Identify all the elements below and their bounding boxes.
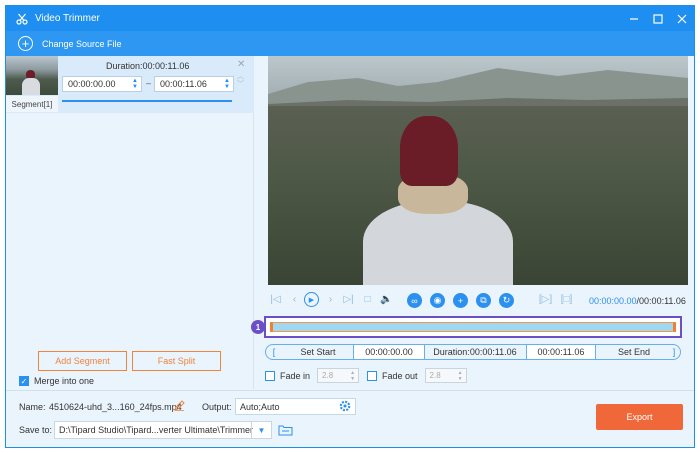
- fade-out-row: Fade out 2.8 ▲ ▼: [367, 368, 467, 383]
- current-time: 00:00:00.00: [589, 296, 637, 306]
- segment-item[interactable]: Segment[1] Duration:00:00:11.06 00:00:00…: [6, 56, 254, 113]
- video-trimmer-window: Video Trimmer + Change Source File Segme…: [5, 5, 695, 448]
- set-range-row: [ Set Start 00:00:00.00 Duration:00:00:1…: [265, 344, 681, 360]
- end-time-input[interactable]: 00:00:11.06: [527, 345, 595, 359]
- fade-in-label: Fade in: [280, 370, 311, 381]
- change-source-button[interactable]: + Change Source File: [6, 31, 694, 56]
- bracket-close-icon: ]: [672, 347, 676, 357]
- save-path-field[interactable]: D:\Tipard Studio\Tipard...verter Ultimat…: [54, 421, 272, 439]
- trim-timeline[interactable]: [264, 316, 682, 338]
- snapshot-icon[interactable]: ◉: [430, 293, 445, 308]
- output-settings-field[interactable]: Auto;Auto: [235, 398, 356, 415]
- fast-split-button[interactable]: Fast Split: [132, 351, 221, 371]
- fade-in-value: 2.8: [322, 371, 334, 380]
- play-segment-icon[interactable]: [▷]: [538, 292, 553, 307]
- prev-frame-icon[interactable]: ‹: [287, 292, 302, 307]
- fade-out-label: Fade out: [382, 370, 418, 381]
- copy-icon[interactable]: ⧉: [476, 293, 491, 308]
- fade-in-row: Fade in 2.8 ▲ ▼: [265, 368, 360, 383]
- video-preview[interactable]: [268, 56, 688, 285]
- loop-icon[interactable]: ∞: [407, 293, 422, 308]
- change-source-label: Change Source File: [42, 38, 122, 49]
- edit-name-icon[interactable]: [174, 400, 185, 413]
- scissors-icon: [15, 12, 29, 26]
- volume-icon[interactable]: 🔈: [379, 292, 394, 307]
- stop-segment-icon[interactable]: [□]: [559, 292, 574, 307]
- segment-duration: Duration:00:00:11.06: [106, 61, 190, 71]
- output-value: Auto;Auto: [240, 401, 280, 412]
- set-start-button[interactable]: Set Start: [278, 345, 358, 359]
- maximize-icon[interactable]: [646, 6, 670, 31]
- step-badge: 1: [251, 320, 265, 334]
- bracket-open-icon: [: [272, 347, 276, 357]
- segment-range-bar: [62, 100, 232, 102]
- fade-out-input[interactable]: 2.8 ▲ ▼: [424, 368, 467, 383]
- chevron-down-icon[interactable]: ▼: [251, 422, 271, 438]
- fade-in-input[interactable]: 2.8 ▲ ▼: [317, 368, 360, 383]
- spinner-icon[interactable]: ▲ ▼: [132, 78, 138, 90]
- start-time-input[interactable]: 00:00:00.00: [354, 345, 424, 359]
- play-icon[interactable]: ▶: [304, 292, 319, 307]
- merge-checkbox[interactable]: ✓: [19, 376, 29, 386]
- range-duration: Duration:00:00:11.06: [433, 347, 517, 357]
- bottom-bar: Name: 4510624-uhd_3...160_24fps.mp4 Outp…: [6, 390, 694, 447]
- segment-panel: Segment[1] Duration:00:00:11.06 00:00:00…: [6, 56, 254, 389]
- next-frame-icon[interactable]: ›: [323, 292, 338, 307]
- add-icon[interactable]: +: [453, 293, 468, 308]
- minimize-icon[interactable]: [622, 6, 646, 31]
- output-label: Output:: [202, 402, 232, 412]
- export-button[interactable]: Export: [596, 404, 683, 430]
- fade-out-checkbox[interactable]: [367, 370, 377, 381]
- delete-segment-icon[interactable]: ✕: [237, 59, 245, 70]
- folder-icon[interactable]: [278, 424, 293, 438]
- stop-icon[interactable]: □: [360, 292, 375, 307]
- merge-checkbox-row[interactable]: ✓ Merge into one: [19, 376, 94, 386]
- segment-label: Segment[1]: [6, 96, 58, 112]
- segment-end-input[interactable]: 00:00:11.06 ▲ ▼: [154, 76, 234, 92]
- segment-end-value: 00:00:11.06: [160, 79, 207, 89]
- fade-out-value: 2.8: [429, 371, 441, 380]
- reorder-arrows-icon[interactable]: ︿ ﹀: [237, 73, 244, 89]
- title-bar: Video Trimmer: [6, 6, 694, 31]
- trim-selection-bar[interactable]: [270, 322, 676, 332]
- merge-label: Merge into one: [34, 376, 95, 386]
- segment-start-value: 00:00:00.00: [68, 79, 116, 89]
- reset-icon[interactable]: ↻: [499, 293, 514, 308]
- add-circle-icon: +: [18, 36, 33, 51]
- segment-start-input[interactable]: 00:00:00.00 ▲ ▼: [62, 76, 142, 92]
- timecode: 00:00:00.00/00:00:11.06: [589, 296, 686, 306]
- close-icon[interactable]: [670, 6, 694, 31]
- name-label: Name:: [19, 402, 46, 412]
- fade-in-checkbox[interactable]: [265, 370, 275, 381]
- add-segment-button[interactable]: Add Segment: [38, 351, 127, 371]
- save-path-value: D:\Tipard Studio\Tipard...verter Ultimat…: [59, 425, 254, 435]
- set-end-button[interactable]: Set End: [596, 345, 672, 359]
- go-end-icon[interactable]: ▷|: [341, 292, 356, 307]
- gear-icon[interactable]: [339, 400, 351, 414]
- segment-thumbnail: [6, 56, 58, 95]
- window-title: Video Trimmer: [35, 13, 100, 24]
- spinner-icon[interactable]: ▲ ▼: [224, 78, 230, 90]
- file-name: 4510624-uhd_3...160_24fps.mp4: [49, 402, 182, 412]
- range-dash: –: [146, 78, 152, 88]
- total-time: /00:00:11.06: [636, 296, 686, 306]
- go-start-icon[interactable]: |◁: [268, 292, 283, 307]
- save-to-label: Save to:: [19, 425, 53, 435]
